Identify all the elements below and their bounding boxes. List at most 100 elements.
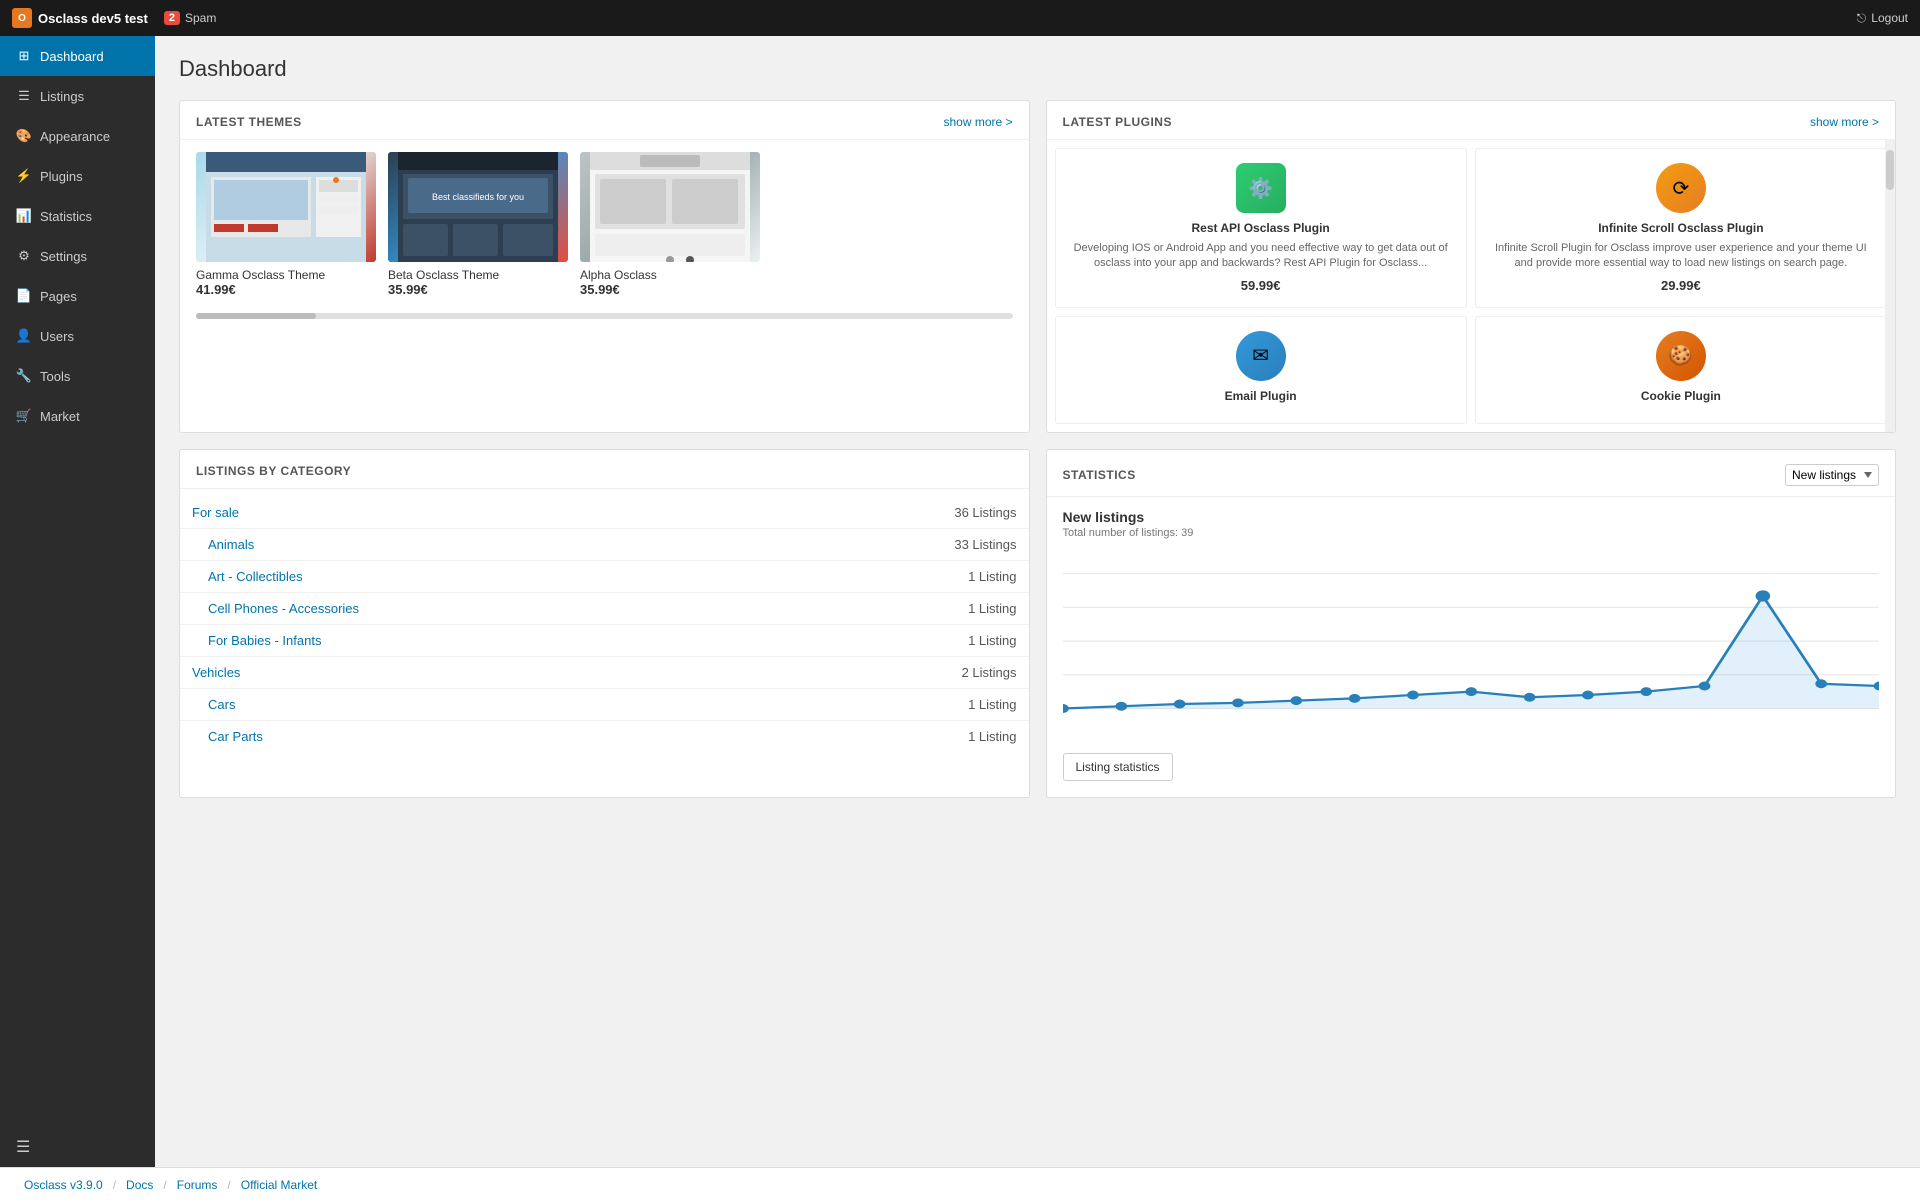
topbar: O Osclass dev5 test 2 Spam ⎋ Logout xyxy=(0,0,1920,36)
listing-statistics-button[interactable]: Listing statistics xyxy=(1063,753,1173,781)
theme-price-1: 35.99€ xyxy=(388,282,568,297)
sidebar: ⊞ Dashboard ☰ Listings 🎨 Appearance ⚡ Pl… xyxy=(0,36,155,1167)
category-link-babies[interactable]: For Babies - Infants xyxy=(208,633,321,648)
hamburger-icon[interactable]: ☰ xyxy=(16,1139,30,1156)
scroll-plugin-icon: ⟳ xyxy=(1656,163,1706,213)
statistics-icon: 📊 xyxy=(16,208,32,224)
statistics-chart xyxy=(1063,551,1880,731)
site-logo-icon: O xyxy=(12,8,32,28)
dashboard-icon: ⊞ xyxy=(16,48,32,64)
footer-forums-link[interactable]: Forums xyxy=(177,1178,218,1192)
logout-button[interactable]: ⎋ Logout xyxy=(1857,11,1908,26)
theme-card-0: Gamma Osclass Theme 41.99€ xyxy=(196,152,376,297)
top-panels-row: LATEST THEMES show more > xyxy=(179,100,1896,433)
settings-icon: ⚙ xyxy=(16,248,32,264)
cookie-plugin-icon: 🍪 xyxy=(1656,331,1706,381)
category-table-container: For sale 36 Listings Animals 33 Listings… xyxy=(180,489,1029,760)
theme-image-1: Best classifieds for you xyxy=(388,152,568,262)
sidebar-item-market[interactable]: 🛒 Market xyxy=(0,396,155,436)
footer-docs-link[interactable]: Docs xyxy=(126,1178,153,1192)
table-row: For sale 36 Listings xyxy=(180,497,1029,529)
statistics-select[interactable]: New listings Total listings Views xyxy=(1785,464,1879,486)
chart-subtitle: Total number of listings: 39 xyxy=(1063,527,1880,539)
sidebar-item-settings[interactable]: ⚙ Settings xyxy=(0,236,155,276)
footer-sep-2: / xyxy=(163,1178,166,1192)
sidebar-item-listings[interactable]: ☰ Listings xyxy=(0,76,155,116)
category-count-cars: 1 Listing xyxy=(765,688,1029,720)
scrollbar-thumb[interactable] xyxy=(196,313,316,319)
plugin-name-0: Rest API Osclass Plugin xyxy=(1070,221,1452,235)
theme-image-2 xyxy=(580,152,760,262)
statistics-header: STATISTICS New listings Total listings V… xyxy=(1047,450,1896,497)
scrollbar-track xyxy=(196,313,1013,319)
themes-scrollbar[interactable] xyxy=(180,309,1029,329)
table-row: Animals 33 Listings xyxy=(180,528,1029,560)
category-count-babies: 1 Listing xyxy=(765,624,1029,656)
page-title: Dashboard xyxy=(179,56,1896,82)
plugins-container: ⚙️ Rest API Osclass Plugin Developing IO… xyxy=(1047,140,1896,432)
category-count-animals: 33 Listings xyxy=(765,528,1029,560)
category-link-art[interactable]: Art - Collectibles xyxy=(208,569,303,584)
themes-show-more-link[interactable]: show more > xyxy=(943,115,1012,129)
plugin-desc-0: Developing IOS or Android App and you ne… xyxy=(1070,241,1452,272)
sidebar-bottom: ☰ xyxy=(0,1127,155,1167)
listings-category-header: LISTINGS BY CATEGORY xyxy=(180,450,1029,489)
sidebar-item-pages[interactable]: 📄 Pages xyxy=(0,276,155,316)
themes-container: Gamma Osclass Theme 41.99€ Best cl xyxy=(180,140,1029,309)
category-link-vehicles[interactable]: Vehicles xyxy=(192,665,240,680)
sidebar-item-plugins[interactable]: ⚡ Plugins xyxy=(0,156,155,196)
plugins-panel-header: LATEST PLUGINS show more > xyxy=(1047,101,1896,140)
category-count-for-sale: 36 Listings xyxy=(765,497,1029,529)
tools-icon: 🔧 xyxy=(16,368,32,384)
plugins-wrapper: ⚙️ Rest API Osclass Plugin Developing IO… xyxy=(1047,140,1896,432)
sidebar-item-dashboard[interactable]: ⊞ Dashboard xyxy=(0,36,155,76)
statistics-title: STATISTICS xyxy=(1063,468,1136,482)
theme-price-2: 35.99€ xyxy=(580,282,760,297)
footer-version-link[interactable]: Osclass v3.9.0 xyxy=(24,1178,103,1192)
plugin-card-1: ⟳ Infinite Scroll Osclass Plugin Infinit… xyxy=(1475,148,1887,308)
sidebar-item-appearance[interactable]: 🎨 Appearance xyxy=(0,116,155,156)
sidebar-item-users[interactable]: 👤 Users xyxy=(0,316,155,356)
footer: Osclass v3.9.0 / Docs / Forums / Officia… xyxy=(0,1167,1920,1202)
category-link-for-sale[interactable]: For sale xyxy=(192,505,239,520)
plugins-section-title: LATEST PLUGINS xyxy=(1063,115,1172,129)
plugins-scrollbar-thumb[interactable] xyxy=(1886,150,1894,190)
plugin-card-3: 🍪 Cookie Plugin xyxy=(1475,316,1887,424)
category-link-cars[interactable]: Cars xyxy=(208,697,235,712)
category-link-cellphones[interactable]: Cell Phones - Accessories xyxy=(208,601,359,616)
plugin-price-1: 29.99€ xyxy=(1490,278,1872,293)
listings-category-panel: LISTINGS BY CATEGORY For sale 36 Listing… xyxy=(179,449,1030,798)
sidebar-item-tools[interactable]: 🔧 Tools xyxy=(0,356,155,396)
spam-badge: 2 xyxy=(164,11,180,25)
statistics-body: New listings Total number of listings: 3… xyxy=(1047,497,1896,743)
themes-panel: LATEST THEMES show more > xyxy=(179,100,1030,433)
pages-icon: 📄 xyxy=(16,288,32,304)
email-plugin-icon: ✉ xyxy=(1236,331,1286,381)
category-table: For sale 36 Listings Animals 33 Listings… xyxy=(180,497,1029,752)
theme-card-2: Alpha Osclass 35.99€ xyxy=(580,152,760,297)
plugin-name-3: Cookie Plugin xyxy=(1490,389,1872,403)
plugin-desc-1: Infinite Scroll Plugin for Osclass impro… xyxy=(1490,241,1872,272)
plugins-show-more-link[interactable]: show more > xyxy=(1810,115,1879,129)
category-count-art: 1 Listing xyxy=(765,560,1029,592)
footer-sep-1: / xyxy=(113,1178,116,1192)
app-body: ⊞ Dashboard ☰ Listings 🎨 Appearance ⚡ Pl… xyxy=(0,36,1920,1167)
plugins-scrollbar[interactable] xyxy=(1885,140,1895,432)
listings-icon: ☰ xyxy=(16,88,32,104)
market-icon: 🛒 xyxy=(16,408,32,424)
footer-market-link[interactable]: Official Market xyxy=(241,1178,317,1192)
plugin-card-2: ✉ Email Plugin xyxy=(1055,316,1467,424)
theme-name-2: Alpha Osclass xyxy=(580,268,760,282)
api-plugin-icon: ⚙️ xyxy=(1236,163,1286,213)
category-link-carparts[interactable]: Car Parts xyxy=(208,729,263,744)
category-link-animals[interactable]: Animals xyxy=(208,537,254,552)
theme-card-1: Best classifieds for you Beta Osclass Th… xyxy=(388,152,568,297)
site-title[interactable]: O Osclass dev5 test xyxy=(12,8,148,28)
table-row: Car Parts 1 Listing xyxy=(180,720,1029,752)
plugin-price-0: 59.99€ xyxy=(1070,278,1452,293)
spam-indicator[interactable]: 2 Spam xyxy=(164,11,216,25)
table-row: Art - Collectibles 1 Listing xyxy=(180,560,1029,592)
plugins-icon: ⚡ xyxy=(16,168,32,184)
users-icon: 👤 xyxy=(16,328,32,344)
sidebar-item-statistics[interactable]: 📊 Statistics xyxy=(0,196,155,236)
